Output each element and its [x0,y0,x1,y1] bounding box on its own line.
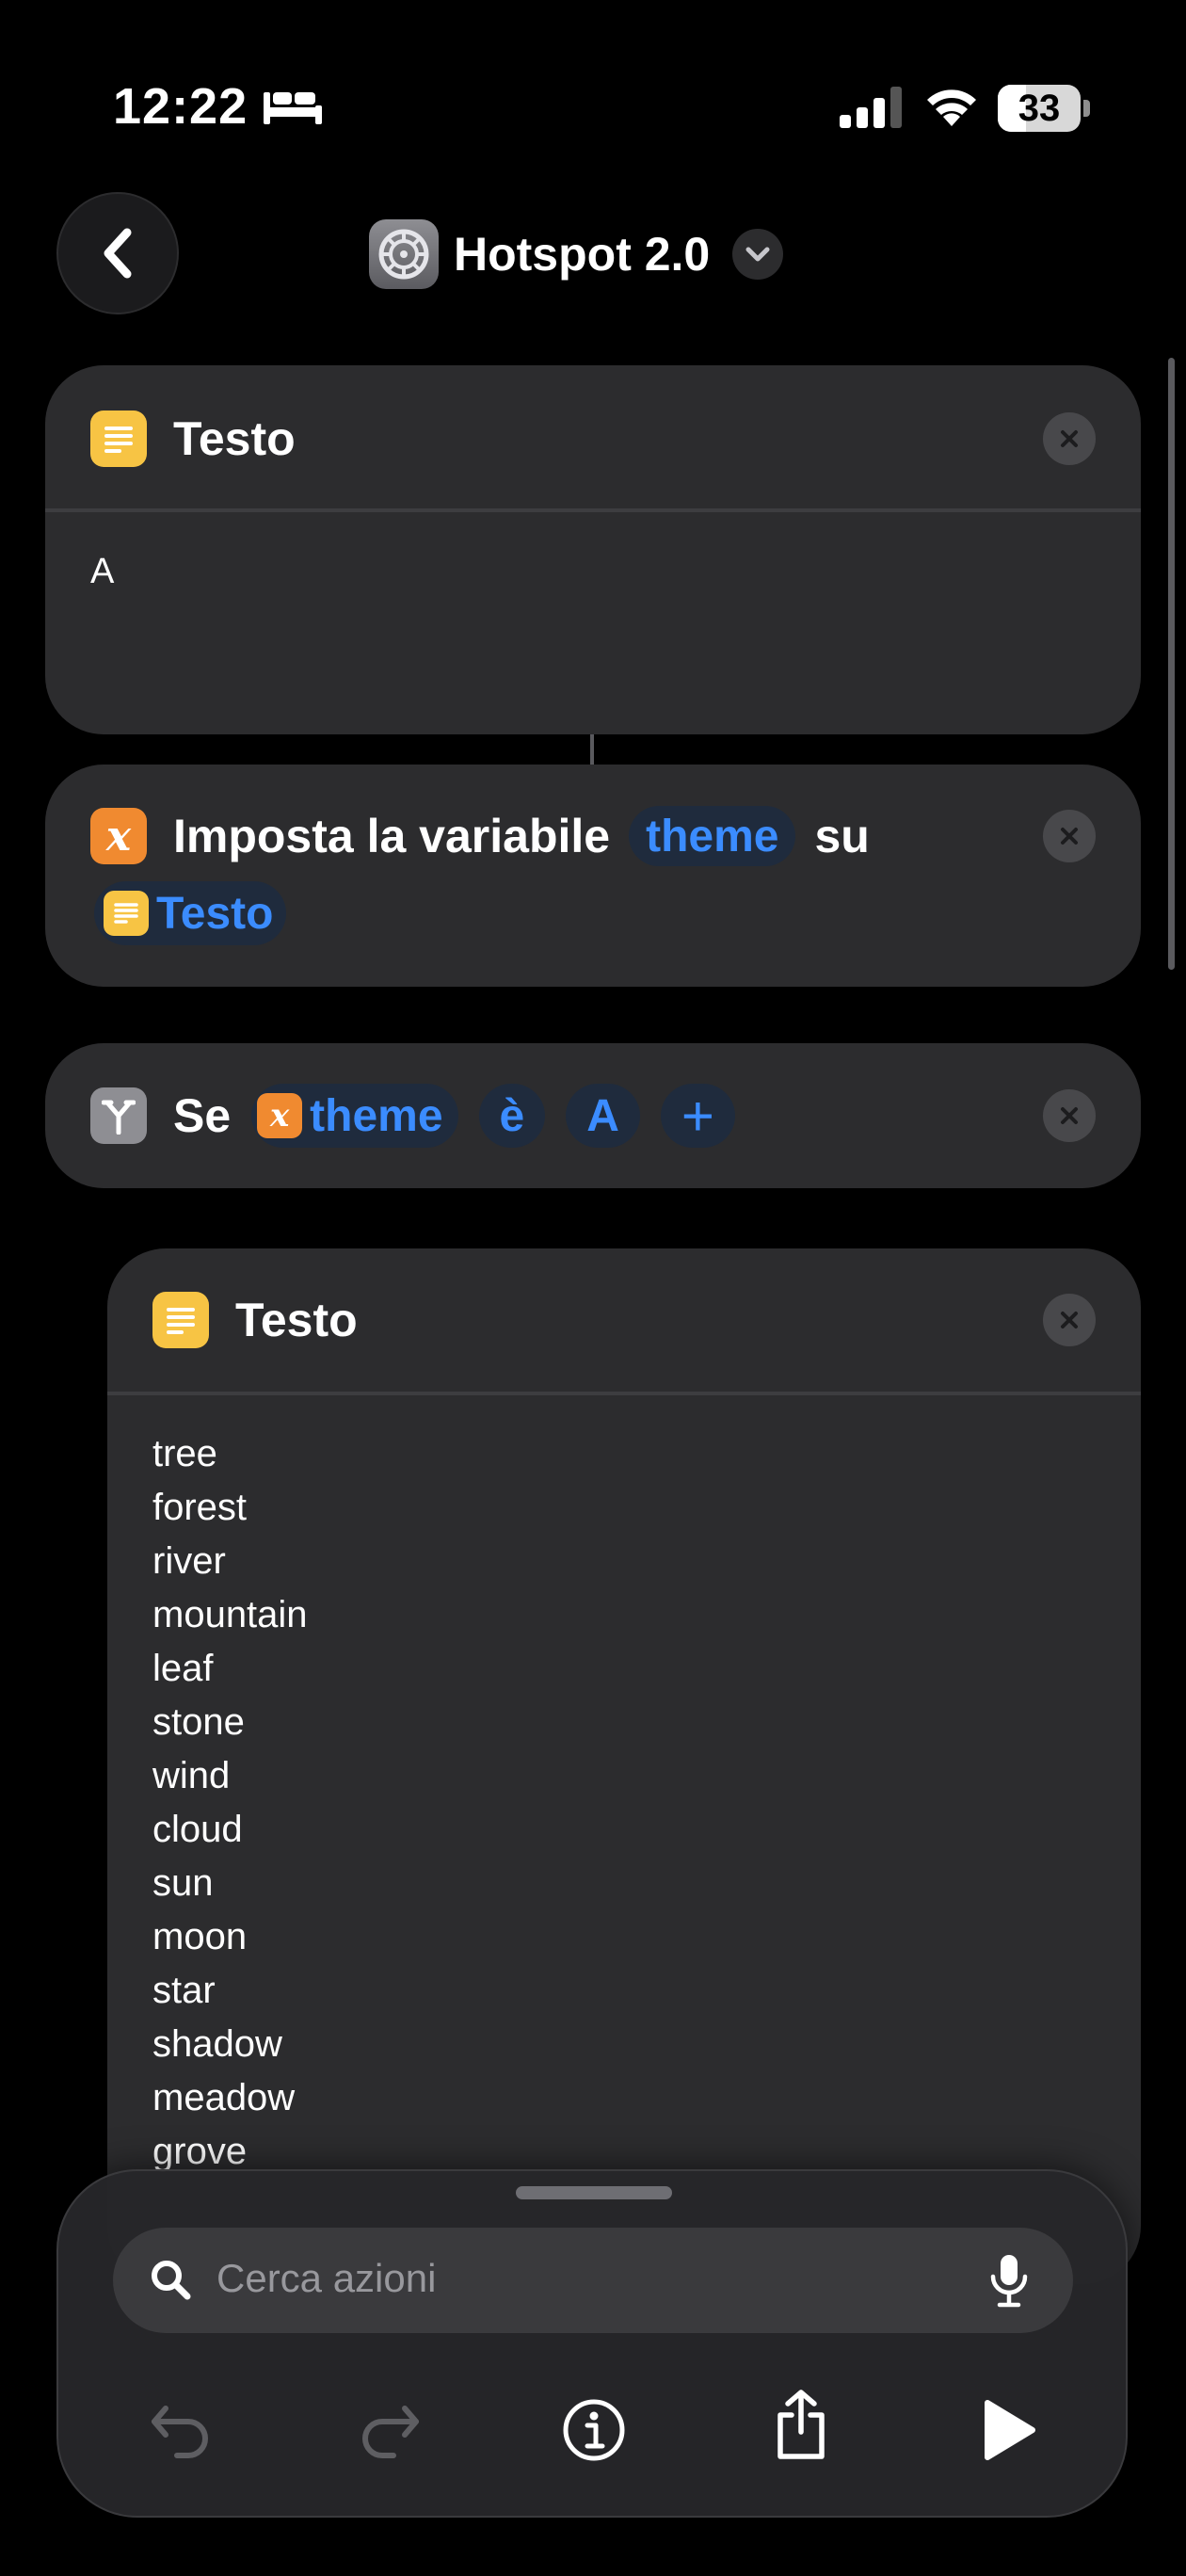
wifi-icon [927,89,976,126]
text-line: moon [152,1916,248,1957]
search-icon [152,2261,191,2300]
divider [107,1392,1141,1395]
status-time: 12:22 [113,78,248,135]
text-line: star [152,1970,216,2011]
set-variable-action-card[interactable]: x Imposta la variabile theme su Testo [45,765,1141,987]
microphone-icon[interactable] [988,2252,1030,2309]
play-icon[interactable] [966,2388,1050,2472]
actions-bottom-sheet[interactable]: Cerca azioni [56,2169,1128,2518]
text-line: leaf [152,1648,214,1689]
scroll-indicator[interactable] [1168,358,1175,970]
back-button[interactable] [56,192,179,314]
chevron-down-icon[interactable] [732,229,784,280]
sheet-grabber[interactable] [516,2186,672,2199]
text-line: tree [152,1433,217,1474]
search-placeholder: Cerca azioni [216,2256,437,2300]
set-variable-label: Imposta la variabile [173,810,611,862]
battery-icon: 33 [998,85,1090,132]
action-connector [590,734,594,765]
remove-action-icon[interactable] [1043,1089,1096,1142]
text-line: mountain [152,1594,308,1635]
condition-value-token[interactable]: A [566,1084,640,1148]
variable-name-token[interactable]: theme [629,806,796,866]
text-line: forest [152,1487,248,1528]
battery-level: 33 [1018,88,1061,129]
add-condition-button[interactable]: + [660,1084,735,1148]
info-icon[interactable] [552,2388,636,2472]
if-action-card[interactable]: Se x theme è A + [45,1043,1141,1188]
condition-token[interactable]: è [478,1084,546,1148]
remove-action-icon[interactable] [1043,810,1096,862]
text-line: cloud [152,1809,243,1850]
redo-icon[interactable] [346,2388,431,2472]
remove-action-icon[interactable] [1043,412,1096,465]
settings-gear-icon [369,219,439,289]
set-variable-on-label: su [814,810,870,862]
bed-icon [264,92,322,124]
shortcut-title-menu[interactable]: Hotspot 2.0 [369,218,784,290]
text-line: meadow [152,2077,296,2118]
text-content-field[interactable]: tree forest river mountain leaf stone wi… [152,1427,308,2179]
branch-icon [90,1087,147,1144]
text-line: river [152,1540,226,1582]
if-variable-token[interactable]: x theme [251,1084,458,1148]
variable-icon: x [257,1093,303,1138]
if-variable-label: theme [310,1090,443,1141]
cellular-signal-icon [840,87,902,128]
text-icon [90,411,147,467]
chevron-left-icon [104,228,132,279]
variable-value-token[interactable]: Testo [94,881,287,945]
divider [45,508,1141,512]
if-label: Se [173,1089,232,1142]
action-title: Testo [235,1294,358,1346]
text-line: shadow [152,2023,282,2065]
search-input[interactable]: Cerca azioni [113,2228,1073,2333]
nested-text-action-card[interactable]: Testo tree forest river mountain leaf st… [107,1248,1141,2284]
text-content-field[interactable]: A [90,552,114,592]
page-title: Hotspot 2.0 [454,228,711,281]
text-icon [152,1292,209,1348]
variable-value-label: Testo [156,888,274,939]
text-line: stone [152,1701,245,1743]
text-line: wind [152,1755,231,1796]
text-line: sun [152,1862,214,1904]
variable-icon: x [90,808,147,864]
undo-icon[interactable] [139,2388,224,2472]
text-icon [104,891,149,936]
action-title: Testo [173,412,296,465]
remove-action-icon[interactable] [1043,1294,1096,1346]
share-icon[interactable] [759,2382,843,2467]
text-action-card[interactable]: Testo A [45,365,1141,734]
